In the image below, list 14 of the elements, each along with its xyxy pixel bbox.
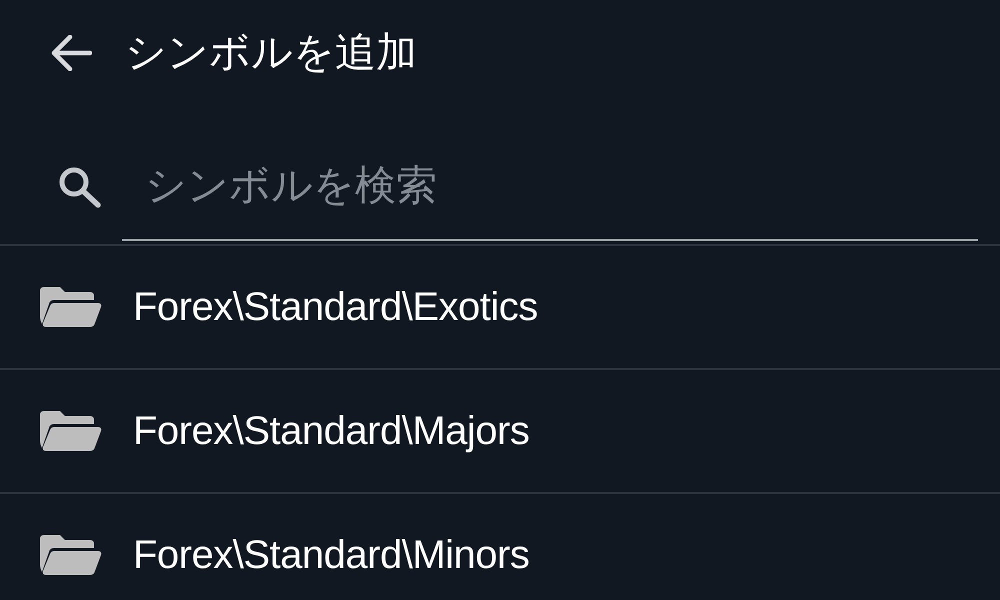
screen-title: シンボルを追加 [125,28,417,78]
folder-path-label: Forex\Standard\Majors [133,408,530,454]
back-arrow-icon [50,34,92,70]
back-button[interactable] [50,34,92,70]
folder-path-label: Forex\Standard\Minors [133,532,530,578]
folder-list-item[interactable]: Forex\Standard\Majors [0,370,1000,494]
open-folder-icon [40,535,102,575]
folder-list-item[interactable]: Forex\Standard\Exotics [0,246,1000,370]
folder-list-item[interactable]: Forex\Standard\Minors [0,494,1000,600]
open-folder-icon [40,287,102,327]
search-icon [58,166,102,208]
search-field[interactable]: シンボルを検索 [122,141,978,241]
open-folder-icon [40,411,102,451]
folder-path-label: Forex\Standard\Exotics [133,284,538,330]
